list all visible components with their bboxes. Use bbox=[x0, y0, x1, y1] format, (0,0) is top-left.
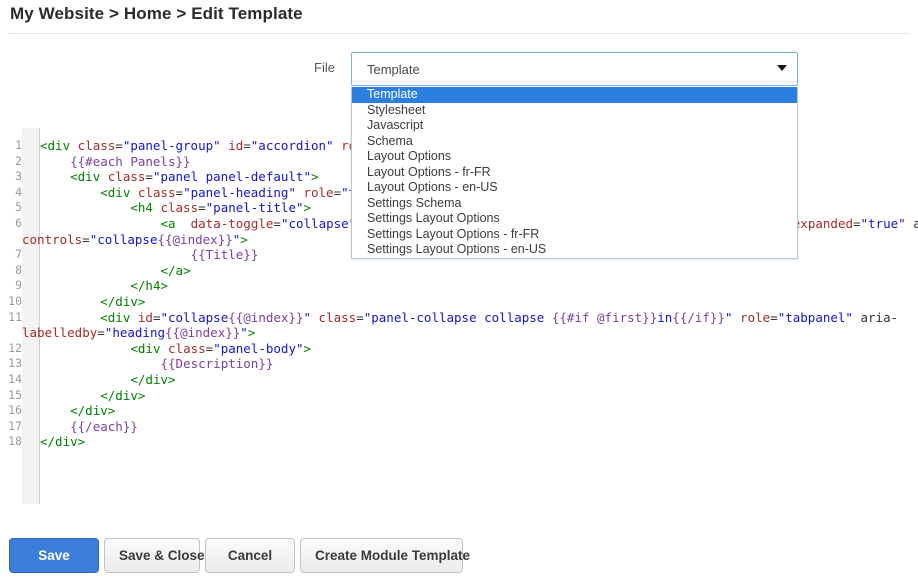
code-line: 13 {{Description}} bbox=[0, 356, 918, 372]
file-select-dropdown[interactable]: Template Stylesheet Javascript Schema Layout… bbox=[351, 87, 798, 259]
line-number: 3 bbox=[15, 169, 22, 184]
code-line: 11 <div id="collapse{{@index}}" class="p… bbox=[0, 310, 918, 341]
line-number: 6 bbox=[15, 215, 22, 230]
line-number: 10 bbox=[8, 293, 22, 308]
code-text: </div> bbox=[100, 293, 146, 309]
code-text: {{Description}} bbox=[160, 356, 274, 372]
dropdown-option[interactable]: Settings Layout Options - en-US bbox=[352, 242, 797, 258]
line-number: 16 bbox=[8, 403, 22, 418]
line-number: 9 bbox=[15, 278, 22, 293]
create-module-template-button[interactable]: Create Module Template bbox=[300, 538, 470, 573]
code-text-continuation: labelledby="heading{{@index}}"> bbox=[22, 325, 256, 341]
save-and-close-button[interactable]: Save & Close bbox=[104, 538, 205, 573]
line-number: 4 bbox=[15, 184, 22, 199]
code-line: 18 </div> bbox=[0, 434, 918, 450]
code-line: 14 </div> bbox=[0, 372, 918, 388]
code-text: </div> bbox=[100, 387, 146, 403]
code-text: </a> bbox=[160, 262, 191, 278]
line-number: 1 bbox=[15, 138, 22, 152]
save-button[interactable]: Save bbox=[9, 538, 99, 573]
line-number: 5 bbox=[15, 200, 22, 215]
file-select-value: Template bbox=[367, 62, 420, 77]
line-number: 14 bbox=[8, 371, 22, 386]
file-selector-row: File Template bbox=[0, 52, 918, 86]
dropdown-option[interactable]: Template bbox=[352, 87, 797, 103]
line-number: 13 bbox=[8, 356, 22, 371]
code-line: 9 </h4> bbox=[0, 278, 918, 294]
dropdown-option[interactable]: Javascript bbox=[352, 118, 797, 134]
dropdown-option[interactable]: Settings Schema bbox=[352, 196, 797, 212]
dropdown-option[interactable]: Schema bbox=[352, 134, 797, 150]
chevron-down-icon bbox=[777, 65, 787, 71]
button-bar: Save Save & Close Cancel Create Module T… bbox=[0, 538, 918, 578]
code-text: </div> bbox=[130, 371, 176, 387]
code-text: </div> bbox=[40, 434, 86, 450]
code-text: <div class="panel-body"> bbox=[130, 340, 312, 356]
code-text: </h4> bbox=[130, 278, 169, 294]
line-number: 2 bbox=[15, 153, 22, 168]
line-number: 12 bbox=[8, 340, 22, 355]
line-number: 11 bbox=[8, 309, 22, 324]
line-number: 17 bbox=[8, 418, 22, 433]
line-number: 8 bbox=[15, 262, 22, 277]
code-line: 15 </div> bbox=[0, 388, 918, 404]
dropdown-option[interactable]: Stylesheet bbox=[352, 103, 797, 119]
cancel-button[interactable]: Cancel bbox=[205, 538, 295, 573]
code-line: 10 </div> bbox=[0, 294, 918, 310]
code-text: <div id="collapse{{@index}}" class="pane… bbox=[100, 309, 899, 325]
line-number: 18 bbox=[8, 434, 22, 449]
code-line: 17 {{/each}} bbox=[0, 419, 918, 435]
code-line: 8 </a> bbox=[0, 263, 918, 279]
code-line: 12 <div class="panel-body"> bbox=[0, 341, 918, 357]
dropdown-option[interactable]: Layout Options bbox=[352, 149, 797, 165]
code-text: </div> bbox=[70, 403, 116, 419]
code-line: 16 </div> bbox=[0, 403, 918, 419]
dropdown-option[interactable]: Layout Options - fr-FR bbox=[352, 165, 797, 181]
line-number: 7 bbox=[15, 247, 22, 262]
code-text: {{/each}} bbox=[70, 418, 138, 434]
dropdown-option[interactable]: Settings Layout Options bbox=[352, 211, 797, 227]
title-divider bbox=[9, 33, 909, 34]
dropdown-option[interactable]: Settings Layout Options - fr-FR bbox=[352, 227, 797, 243]
dropdown-option[interactable]: Layout Options - en-US bbox=[352, 180, 797, 196]
page-title: My Website > Home > Edit Template bbox=[10, 4, 303, 23]
line-number: 15 bbox=[8, 387, 22, 402]
file-label: File bbox=[314, 60, 335, 75]
file-select[interactable]: Template bbox=[351, 52, 798, 86]
